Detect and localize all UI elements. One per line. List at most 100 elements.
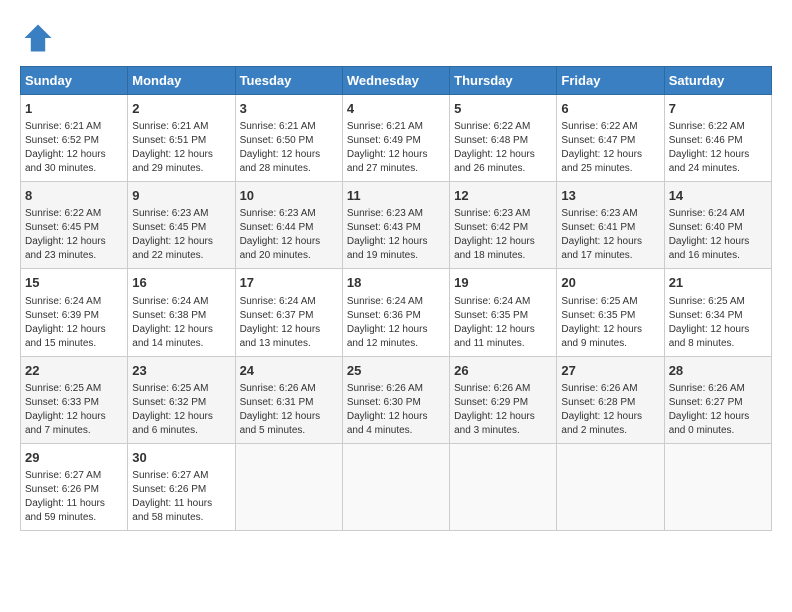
day-info: Sunrise: 6:25 AMSunset: 6:33 PMDaylight:… bbox=[25, 382, 123, 438]
calendar-day-cell: 9Sunrise: 6:23 AMSunset: 6:45 PMDaylight… bbox=[128, 182, 235, 269]
day-info: Sunrise: 6:21 AMSunset: 6:50 PMDaylight:… bbox=[240, 120, 338, 176]
calendar-day-cell: 26 Sunrise: 6:26 AMSunset: 6:29 PMDayligh… bbox=[450, 356, 557, 443]
calendar-day-cell: 13 Sunrise: 6:23 AMSunset: 6:41 PMDayligh… bbox=[557, 182, 664, 269]
calendar-day-cell: 21 Sunrise: 6:25 AMSunset: 6:34 PMDayligh… bbox=[664, 269, 771, 356]
calendar-day-cell: 5 Sunrise: 6:22 AMSunset: 6:48 PMDaylight… bbox=[450, 95, 557, 182]
day-info: Sunrise: 6:24 AMSunset: 6:36 PMDaylight:… bbox=[347, 295, 445, 351]
header-thursday: Thursday bbox=[450, 67, 557, 95]
day-number: 3 bbox=[240, 100, 338, 118]
day-number: 30 bbox=[132, 449, 230, 467]
calendar-day-cell: 8 Sunrise: 6:22 AMSunset: 6:45 PMDaylight… bbox=[21, 182, 128, 269]
day-info: Sunrise: 6:23 AMSunset: 6:42 PMDaylight:… bbox=[454, 207, 552, 263]
day-info: Sunrise: 6:24 AMSunset: 6:37 PMDaylight:… bbox=[240, 295, 338, 351]
day-number: 7 bbox=[669, 100, 767, 118]
calendar-day-cell: 12 Sunrise: 6:23 AMSunset: 6:42 PMDayligh… bbox=[450, 182, 557, 269]
header-wednesday: Wednesday bbox=[342, 67, 449, 95]
calendar-day-cell bbox=[450, 443, 557, 530]
header-friday: Friday bbox=[557, 67, 664, 95]
calendar-header-row: SundayMondayTuesdayWednesdayThursdayFrid… bbox=[21, 67, 772, 95]
day-info: Sunrise: 6:21 AMSunset: 6:52 PMDaylight:… bbox=[25, 120, 123, 176]
calendar-day-cell: 4Sunrise: 6:21 AMSunset: 6:49 PMDaylight… bbox=[342, 95, 449, 182]
day-number: 11 bbox=[347, 187, 445, 205]
day-number: 9 bbox=[132, 187, 230, 205]
day-number: 13 bbox=[561, 187, 659, 205]
day-number: 21 bbox=[669, 274, 767, 292]
calendar-week-row: 8 Sunrise: 6:22 AMSunset: 6:45 PMDaylight… bbox=[21, 182, 772, 269]
calendar-day-cell bbox=[342, 443, 449, 530]
day-number: 23 bbox=[132, 362, 230, 380]
calendar-day-cell: 17 Sunrise: 6:24 AMSunset: 6:37 PMDayligh… bbox=[235, 269, 342, 356]
calendar-day-cell: 23 Sunrise: 6:25 AMSunset: 6:32 PMDayligh… bbox=[128, 356, 235, 443]
day-number: 12 bbox=[454, 187, 552, 205]
day-info: Sunrise: 6:27 AMSunset: 6:26 PMDaylight:… bbox=[25, 469, 123, 525]
header-sunday: Sunday bbox=[21, 67, 128, 95]
calendar-week-row: 29 Sunrise: 6:27 AMSunset: 6:26 PMDayligh… bbox=[21, 443, 772, 530]
calendar-day-cell: 16Sunrise: 6:24 AMSunset: 6:38 PMDayligh… bbox=[128, 269, 235, 356]
day-number: 14 bbox=[669, 187, 767, 205]
logo-icon bbox=[20, 20, 56, 56]
calendar-day-cell: 15Sunrise: 6:24 AMSunset: 6:39 PMDayligh… bbox=[21, 269, 128, 356]
calendar-day-cell: 1Sunrise: 6:21 AMSunset: 6:52 PMDaylight… bbox=[21, 95, 128, 182]
logo bbox=[20, 20, 60, 56]
calendar-day-cell: 14 Sunrise: 6:24 AMSunset: 6:40 PMDayligh… bbox=[664, 182, 771, 269]
day-number: 6 bbox=[561, 100, 659, 118]
calendar-day-cell bbox=[235, 443, 342, 530]
day-number: 25 bbox=[347, 362, 445, 380]
day-info: Sunrise: 6:26 AMSunset: 6:31 PMDaylight:… bbox=[240, 382, 338, 438]
day-number: 8 bbox=[25, 187, 123, 205]
day-info: Sunrise: 6:24 AMSunset: 6:35 PMDaylight:… bbox=[454, 295, 552, 351]
day-info: Sunrise: 6:23 AMSunset: 6:44 PMDaylight:… bbox=[240, 207, 338, 263]
day-number: 17 bbox=[240, 274, 338, 292]
calendar-week-row: 1Sunrise: 6:21 AMSunset: 6:52 PMDaylight… bbox=[21, 95, 772, 182]
day-number: 22 bbox=[25, 362, 123, 380]
calendar-week-row: 22 Sunrise: 6:25 AMSunset: 6:33 PMDayligh… bbox=[21, 356, 772, 443]
day-number: 10 bbox=[240, 187, 338, 205]
calendar-day-cell: 3 Sunrise: 6:21 AMSunset: 6:50 PMDaylight… bbox=[235, 95, 342, 182]
day-number: 24 bbox=[240, 362, 338, 380]
day-info: Sunrise: 6:22 AMSunset: 6:45 PMDaylight:… bbox=[25, 207, 123, 263]
calendar-week-row: 15Sunrise: 6:24 AMSunset: 6:39 PMDayligh… bbox=[21, 269, 772, 356]
day-info: Sunrise: 6:22 AMSunset: 6:46 PMDaylight:… bbox=[669, 120, 767, 176]
day-info: Sunrise: 6:25 AMSunset: 6:34 PMDaylight:… bbox=[669, 295, 767, 351]
calendar-day-cell: 19 Sunrise: 6:24 AMSunset: 6:35 PMDayligh… bbox=[450, 269, 557, 356]
day-number: 26 bbox=[454, 362, 552, 380]
day-info: Sunrise: 6:22 AMSunset: 6:48 PMDaylight:… bbox=[454, 120, 552, 176]
day-info: Sunrise: 6:26 AMSunset: 6:29 PMDaylight:… bbox=[454, 382, 552, 438]
day-info: Sunrise: 6:24 AMSunset: 6:40 PMDaylight:… bbox=[669, 207, 767, 263]
day-info: Sunrise: 6:24 AMSunset: 6:38 PMDaylight:… bbox=[132, 295, 230, 351]
calendar-table: SundayMondayTuesdayWednesdayThursdayFrid… bbox=[20, 66, 772, 531]
day-number: 5 bbox=[454, 100, 552, 118]
day-info: Sunrise: 6:25 AMSunset: 6:35 PMDaylight:… bbox=[561, 295, 659, 351]
header bbox=[20, 20, 772, 56]
day-number: 29 bbox=[25, 449, 123, 467]
calendar-day-cell: 24 Sunrise: 6:26 AMSunset: 6:31 PMDayligh… bbox=[235, 356, 342, 443]
day-info: Sunrise: 6:27 AMSunset: 6:26 PMDaylight:… bbox=[132, 469, 230, 525]
calendar-day-cell: 7 Sunrise: 6:22 AMSunset: 6:46 PMDaylight… bbox=[664, 95, 771, 182]
day-info: Sunrise: 6:23 AMSunset: 6:43 PMDaylight:… bbox=[347, 207, 445, 263]
calendar-day-cell: 2Sunrise: 6:21 AMSunset: 6:51 PMDaylight… bbox=[128, 95, 235, 182]
calendar-day-cell: 10 Sunrise: 6:23 AMSunset: 6:44 PMDayligh… bbox=[235, 182, 342, 269]
calendar-day-cell: 6 Sunrise: 6:22 AMSunset: 6:47 PMDaylight… bbox=[557, 95, 664, 182]
calendar-day-cell: 18 Sunrise: 6:24 AMSunset: 6:36 PMDayligh… bbox=[342, 269, 449, 356]
header-monday: Monday bbox=[128, 67, 235, 95]
calendar-day-cell: 29 Sunrise: 6:27 AMSunset: 6:26 PMDayligh… bbox=[21, 443, 128, 530]
calendar-day-cell: 28Sunrise: 6:26 AMSunset: 6:27 PMDayligh… bbox=[664, 356, 771, 443]
day-number: 19 bbox=[454, 274, 552, 292]
day-info: Sunrise: 6:24 AMSunset: 6:39 PMDaylight:… bbox=[25, 295, 123, 351]
day-info: Sunrise: 6:21 AMSunset: 6:51 PMDaylight:… bbox=[132, 120, 230, 176]
day-number: 20 bbox=[561, 274, 659, 292]
day-number: 18 bbox=[347, 274, 445, 292]
day-info: Sunrise: 6:23 AMSunset: 6:41 PMDaylight:… bbox=[561, 207, 659, 263]
calendar-day-cell: 30 Sunrise: 6:27 AMSunset: 6:26 PMDayligh… bbox=[128, 443, 235, 530]
day-info: Sunrise: 6:26 AMSunset: 6:28 PMDaylight:… bbox=[561, 382, 659, 438]
header-saturday: Saturday bbox=[664, 67, 771, 95]
calendar-day-cell bbox=[557, 443, 664, 530]
header-tuesday: Tuesday bbox=[235, 67, 342, 95]
calendar-day-cell: 22 Sunrise: 6:25 AMSunset: 6:33 PMDayligh… bbox=[21, 356, 128, 443]
day-info: Sunrise: 6:22 AMSunset: 6:47 PMDaylight:… bbox=[561, 120, 659, 176]
day-info: Sunrise: 6:25 AMSunset: 6:32 PMDaylight:… bbox=[132, 382, 230, 438]
calendar-day-cell: 11 Sunrise: 6:23 AMSunset: 6:43 PMDayligh… bbox=[342, 182, 449, 269]
day-info: Sunrise: 6:26 AMSunset: 6:30 PMDaylight:… bbox=[347, 382, 445, 438]
day-info: Sunrise: 6:26 AMSunset: 6:27 PMDaylight:… bbox=[669, 382, 767, 438]
calendar-day-cell: 20 Sunrise: 6:25 AMSunset: 6:35 PMDayligh… bbox=[557, 269, 664, 356]
